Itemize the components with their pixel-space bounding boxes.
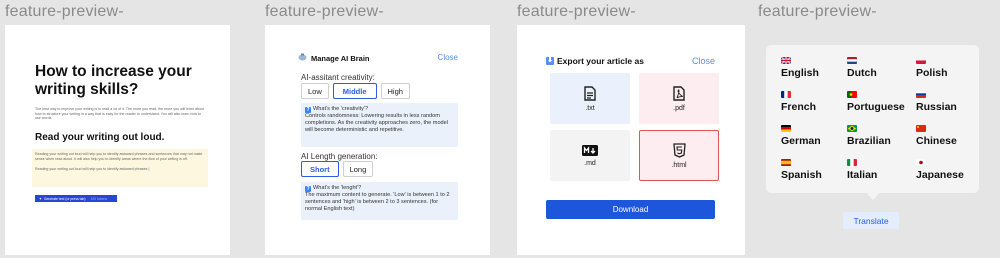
length-option-short[interactable]: Short (301, 161, 339, 177)
pdf-file-icon (673, 85, 685, 101)
creativity-info-text: Controls randomness: Lowering results in… (305, 113, 449, 133)
creativity-info-box: ? What's the 'creativity'? Controls rando… (301, 103, 458, 147)
uk-flag-icon (781, 57, 791, 64)
language-name: Brazilian (847, 135, 891, 147)
netherlands-flag-icon (847, 57, 857, 64)
frame-label: feature-preview- (517, 3, 636, 20)
language-option-dutch[interactable]: Dutch (847, 57, 877, 79)
format-label: .pdf (673, 104, 685, 112)
export-title: Export your article as (557, 56, 644, 66)
article-title: How to increase your writing skills? (35, 63, 192, 98)
length-selector: Short Long (301, 161, 374, 177)
language-option-spanish[interactable]: Spanish (781, 159, 822, 181)
china-flag-icon (916, 125, 926, 132)
creativity-label: AI-assitant creativity: (301, 73, 375, 82)
popover-tail (866, 192, 880, 200)
format-option-html[interactable]: .html (639, 130, 719, 181)
language-option-japanese[interactable]: Japanese (916, 159, 964, 181)
length-info-title: What's the 'lenght'? (313, 185, 362, 191)
length-info-text: The maximum content to generate. 'Low' i… (305, 192, 450, 212)
frame-label: feature-preview- (5, 3, 124, 20)
close-button[interactable]: Close (692, 56, 715, 66)
download-button[interactable]: Download (546, 200, 715, 219)
article-subtitle: Read your writing out loud. (35, 132, 165, 143)
ai-brain-frame: Manage AI Brain Close AI-assitant creati… (265, 25, 490, 255)
creativity-selector: Low Middle High (301, 83, 410, 99)
question-icon: ? (305, 185, 311, 192)
writing-preview-frame: How to increase your writing skills? The… (5, 25, 230, 255)
ai-brain-header: Manage AI Brain (298, 53, 369, 63)
html5-icon (672, 142, 686, 158)
article-intro: The best way to improve your writing is … (35, 107, 205, 121)
highlight-paragraph: Reading your writing out loud will help … (35, 152, 203, 161)
portugal-flag-icon (847, 91, 857, 98)
language-name: Spanish (781, 169, 822, 181)
sparkle-icon: ✦ (39, 196, 42, 201)
format-option-txt[interactable]: .txt (550, 73, 630, 124)
spain-flag-icon (781, 159, 791, 166)
france-flag-icon (781, 91, 791, 98)
download-arrow-icon: ⬇ (546, 57, 554, 65)
token-count: 320 tokens (90, 196, 108, 201)
italy-flag-icon (847, 159, 857, 166)
language-name: Russian (916, 101, 957, 113)
language-option-polish[interactable]: Polish (916, 57, 948, 79)
language-option-chinese[interactable]: Chinese (916, 125, 957, 147)
language-name: Japanese (916, 169, 964, 181)
generate-button-label: Generate text (or press tab) (43, 196, 86, 201)
length-option-long[interactable]: Long (342, 161, 374, 177)
highlight-paragraph: Reading your writing out loud will help … (35, 167, 150, 172)
markdown-icon (582, 144, 598, 156)
frame-label: feature-preview- (758, 3, 877, 20)
language-name: Chinese (916, 135, 957, 147)
format-label: .html (671, 161, 687, 169)
language-name: German (781, 135, 821, 147)
txt-file-icon (584, 85, 596, 101)
language-name: Dutch (847, 67, 877, 79)
close-button[interactable]: Close (438, 53, 458, 62)
brazil-flag-icon (847, 125, 857, 132)
language-name: Italian (847, 169, 878, 181)
russia-flag-icon (916, 91, 926, 98)
language-option-french[interactable]: French (781, 91, 816, 113)
frame-label: feature-preview- (265, 3, 384, 20)
language-name: Polish (916, 67, 948, 79)
language-name: Portuguese (847, 101, 905, 113)
translate-frame: English Dutch Polish French Portuguese R… (758, 25, 995, 255)
format-label: .md (584, 159, 596, 167)
export-frame: ⬇ Export your article as Close .txt .pdf… (517, 25, 745, 255)
language-option-italian[interactable]: Italian (847, 159, 877, 181)
language-option-german[interactable]: German (781, 125, 821, 147)
creativity-option-low[interactable]: Low (301, 83, 329, 99)
language-option-russian[interactable]: Russian (916, 91, 957, 113)
translate-button[interactable]: Translate (843, 212, 899, 229)
brain-icon (298, 53, 307, 63)
language-option-brazilian[interactable]: Brazilian (847, 125, 891, 147)
japan-flag-icon (916, 159, 926, 166)
export-header: ⬇ Export your article as (546, 56, 644, 66)
creativity-info-title: What's the 'creativity'? (313, 106, 369, 112)
language-name: French (781, 101, 817, 113)
language-name: English (781, 67, 819, 79)
format-label: .txt (585, 104, 595, 112)
question-icon: ? (305, 106, 311, 113)
language-option-english[interactable]: English (781, 57, 819, 79)
length-info-box: ? What's the 'lenght'? The maximum conten… (301, 182, 458, 220)
generate-text-button[interactable]: ✦ Generate text (or press tab) 320 token… (35, 195, 117, 202)
ai-brain-title: Manage AI Brain (311, 53, 370, 63)
format-option-md[interactable]: .md (550, 130, 630, 181)
creativity-option-middle[interactable]: Middle (332, 83, 377, 99)
poland-flag-icon (916, 57, 926, 64)
creativity-option-high[interactable]: High (380, 83, 410, 99)
length-label: AI Length generation: (301, 152, 378, 161)
format-option-pdf[interactable]: .pdf (639, 73, 719, 124)
generated-text-highlight[interactable]: Reading your writing out loud will help … (32, 149, 208, 187)
language-option-portuguese[interactable]: Portuguese (847, 91, 905, 113)
germany-flag-icon (781, 125, 791, 132)
